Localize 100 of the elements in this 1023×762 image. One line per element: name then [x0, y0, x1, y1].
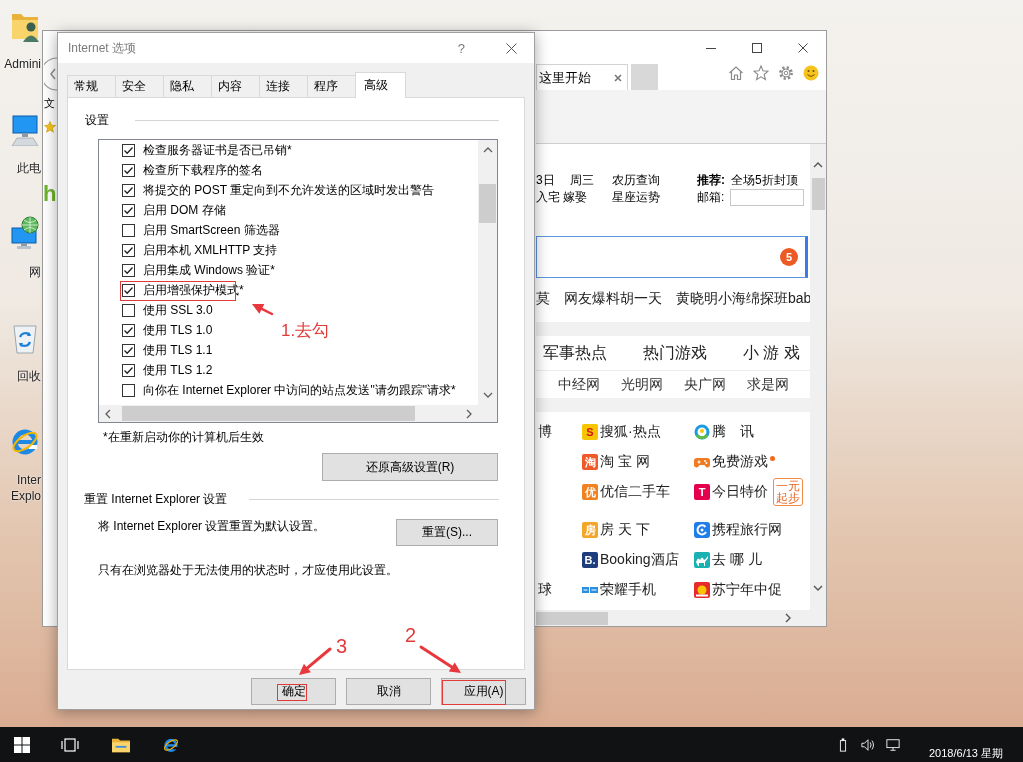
scrollbar-thumb[interactable]	[536, 611, 608, 625]
checkbox[interactable]	[122, 383, 135, 397]
lunar-calendar-link[interactable]: 农历查询	[612, 172, 697, 189]
computer-icon[interactable]	[11, 112, 39, 146]
site-link[interactable]: 求是网	[747, 375, 789, 394]
home-icon[interactable]	[728, 65, 744, 81]
checkbox[interactable]	[122, 363, 135, 377]
option-label[interactable]: 启用 SmartScreen 筛选器	[143, 221, 280, 239]
browser-icon[interactable]	[162, 736, 180, 753]
back-button-icon[interactable]	[44, 57, 57, 91]
trending-link[interactable]: 黄晓明小海绵探班bab	[676, 290, 810, 308]
site-link[interactable]: 光明网	[621, 375, 663, 394]
camel-logo-icon[interactable]	[694, 552, 710, 568]
ring-logo-icon[interactable]	[694, 424, 710, 440]
mail-input-field[interactable]	[730, 189, 805, 206]
promo-link[interactable]: 全场5折封顶	[731, 172, 798, 189]
start-icon[interactable]	[14, 736, 30, 753]
desktop-icon-label[interactable]: Inter Explo	[0, 472, 42, 504]
scrollbar-thumb[interactable]	[479, 184, 496, 223]
desktop-icon-label[interactable]: 网	[0, 264, 42, 280]
checkbox[interactable]	[122, 183, 135, 197]
desktop-icon-label[interactable]: Admini	[0, 56, 42, 72]
checkbox[interactable]	[122, 283, 135, 297]
option-label[interactable]: 启用 DOM 存储	[143, 201, 226, 219]
site-link[interactable]: 荣耀手机	[600, 581, 656, 599]
smiley-icon[interactable]	[803, 65, 819, 81]
site-link[interactable]: 房 天 下	[600, 521, 650, 539]
chevron-left-icon[interactable]	[105, 408, 111, 419]
desktop-icon-label[interactable]: 此电	[0, 160, 42, 176]
chevron-down-icon[interactable]	[482, 392, 493, 398]
menu-item[interactable]: 文	[44, 97, 55, 109]
horoscope-link[interactable]: 星座运势	[612, 189, 697, 206]
option-label[interactable]: 使用 TLS 1.0	[143, 321, 213, 339]
option-label[interactable]: 检查所下载程序的签名	[143, 161, 263, 179]
task-view-icon[interactable]	[61, 736, 79, 753]
site-link[interactable]: 免费游戏	[712, 453, 768, 471]
site-link[interactable]: 腾 讯	[712, 423, 754, 441]
folder-icon[interactable]	[112, 736, 130, 753]
volume-icon[interactable]	[861, 737, 875, 752]
checkbox[interactable]	[122, 323, 135, 337]
category-tab[interactable]: 热门游戏	[643, 342, 707, 364]
option-label[interactable]: 使用 SSL 3.0	[143, 301, 213, 319]
scrollbar-thumb[interactable]	[811, 178, 825, 210]
dialog-tab[interactable]: 高级	[355, 72, 406, 98]
option-label[interactable]: 启用集成 Windows 验证*	[143, 261, 276, 279]
checkbox[interactable]	[122, 343, 135, 357]
tab-close-icon[interactable]	[614, 73, 622, 82]
swirl-logo-icon[interactable]	[694, 522, 710, 538]
chevron-down-icon[interactable]	[813, 585, 823, 591]
chevron-up-icon[interactable]	[813, 162, 823, 168]
chevron-right-icon[interactable]	[785, 613, 791, 623]
help-button[interactable]: ?	[457, 40, 465, 56]
tile-logo-icon[interactable]	[694, 582, 710, 598]
site-link[interactable]: 博	[538, 423, 552, 439]
site-link[interactable]: 搜狐·热点	[600, 423, 661, 441]
browser-tab[interactable]: 这里开始	[536, 64, 628, 90]
chevron-up-icon[interactable]	[482, 147, 493, 153]
site-link[interactable]: 优信二手车	[600, 483, 670, 501]
site-link[interactable]: 中经网	[558, 375, 600, 394]
checkbox[interactable]	[122, 223, 135, 237]
option-label[interactable]: 启用本机 XMLHTTP 支持	[143, 241, 278, 259]
site-link[interactable]: 央广网	[684, 375, 726, 394]
settings-icon[interactable]	[778, 65, 794, 81]
close-icon[interactable]	[798, 42, 808, 53]
desktop-icon-label[interactable]: 回收	[0, 368, 42, 384]
option-label[interactable]: 使用 TLS 1.1	[143, 341, 213, 359]
category-tab[interactable]: 军事热点	[543, 342, 607, 364]
option-label[interactable]: 使用 TLS 1.2	[143, 361, 213, 379]
site-link[interactable]: 苏宁年中促	[712, 581, 782, 599]
site-link[interactable]: 携程旅行网	[712, 521, 782, 539]
site-link[interactable]: 去 哪 儿	[712, 551, 762, 569]
checkbox[interactable]	[122, 203, 135, 217]
option-label[interactable]: 将提交的 POST 重定向到不允许发送的区域时发出警告	[143, 181, 435, 199]
restore-defaults-button[interactable]: 还原高级设置(R)	[322, 453, 498, 481]
dialog-button[interactable]: 确定	[251, 678, 336, 705]
star-icon[interactable]	[44, 121, 56, 133]
site-link[interactable]: 淘 宝 网	[600, 453, 650, 471]
dialog-button[interactable]: 取消	[346, 678, 431, 705]
checkbox[interactable]	[122, 143, 135, 157]
category-tab[interactable]: 小 游 戏	[743, 342, 800, 364]
network-icon[interactable]	[886, 737, 900, 752]
trending-link[interactable]: 网友爆料胡一天	[564, 290, 662, 308]
dialog-tab[interactable]: 常规	[67, 75, 116, 97]
site-logo[interactable]: B.	[582, 552, 598, 568]
checkbox[interactable]	[122, 303, 135, 317]
option-label[interactable]: 向你在 Internet Explorer 中访问的站点发送"请勿跟踪"请求*	[143, 381, 456, 399]
reset-button[interactable]: 重置(S)...	[396, 519, 498, 546]
checkbox[interactable]	[122, 263, 135, 277]
site-link[interactable]: 球	[538, 581, 552, 597]
site-link[interactable]: Booking酒店	[600, 551, 679, 569]
star-icon[interactable]	[753, 65, 769, 81]
close-icon[interactable]	[506, 42, 517, 54]
option-label[interactable]: 检查服务器证书是否已吊销*	[143, 141, 292, 159]
chevron-right-icon[interactable]	[466, 408, 472, 419]
dialog-button[interactable]: 应用(A)	[441, 678, 526, 705]
site-link[interactable]: 今日特价	[712, 483, 768, 501]
maximize-icon[interactable]	[752, 42, 762, 53]
scrollbar-thumb[interactable]	[122, 406, 415, 421]
site-logo[interactable]: T	[694, 484, 710, 500]
checkbox[interactable]	[122, 163, 135, 177]
